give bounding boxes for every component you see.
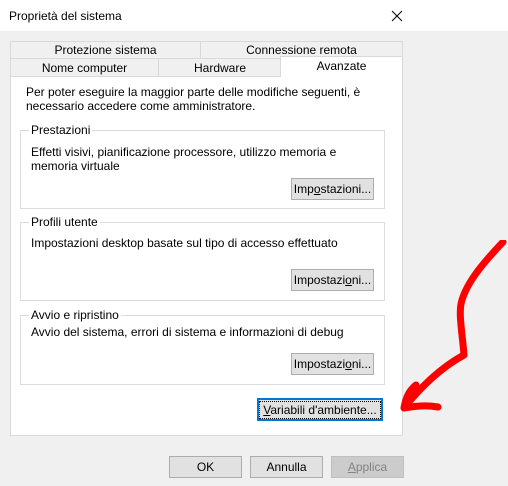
apply-button[interactable]: Applica [331,456,404,478]
cancel-button[interactable]: Annulla [250,456,323,478]
performance-settings-button[interactable]: Imp o stazioni... [291,178,374,200]
tab-nome-computer[interactable]: Nome computer [10,58,159,77]
tab-avanzate[interactable]: Avanzate [280,56,403,77]
group-avvio-ripristino: Avvio e ripristino Avvio del sistema, er… [20,308,385,385]
tab-label: Connessione remota [246,43,357,57]
annotation-arrow-icon [400,240,507,412]
window-title: Proprietà del sistema [9,9,122,23]
system-properties-dialog: Proprietà del sistema Protezione sistema… [0,0,508,486]
close-icon [391,10,403,21]
tab-hardware[interactable]: Hardware [158,58,282,77]
tab-protezione-sistema[interactable]: Protezione sistema [10,41,201,59]
tab-label: Avanzate [316,59,367,73]
ok-button[interactable]: OK [169,456,242,478]
group-label: Profili utente [29,215,100,229]
admin-note: Per poter eseguire la maggior parte dell… [26,85,361,113]
group-prestazioni: Prestazioni Effetti visivi, pianificazio… [20,123,385,209]
group-label: Avvio e ripristino [29,308,121,322]
group-description: Impostazioni desktop basate sul tipo di … [31,236,338,250]
title-bar: Proprietà del sistema [0,0,508,31]
close-button[interactable] [374,0,420,31]
tab-label: Nome computer [41,61,128,75]
tab-label: Hardware [193,61,247,75]
group-description: Avvio del sistema, errori di sistema e i… [31,325,344,339]
startup-recovery-settings-button[interactable]: Impostazi o ni... [291,353,374,375]
group-label: Prestazioni [29,123,93,137]
user-profiles-settings-button[interactable]: Impostazi o ni... [291,269,374,291]
group-description: Effetti visivi, pianificazione processor… [31,145,337,173]
environment-variables-button[interactable]: Variabili d'ambiente... [257,398,383,421]
tab-label: Protezione sistema [54,43,157,57]
group-profili-utente: Profili utente Impostazioni desktop basa… [20,215,385,301]
